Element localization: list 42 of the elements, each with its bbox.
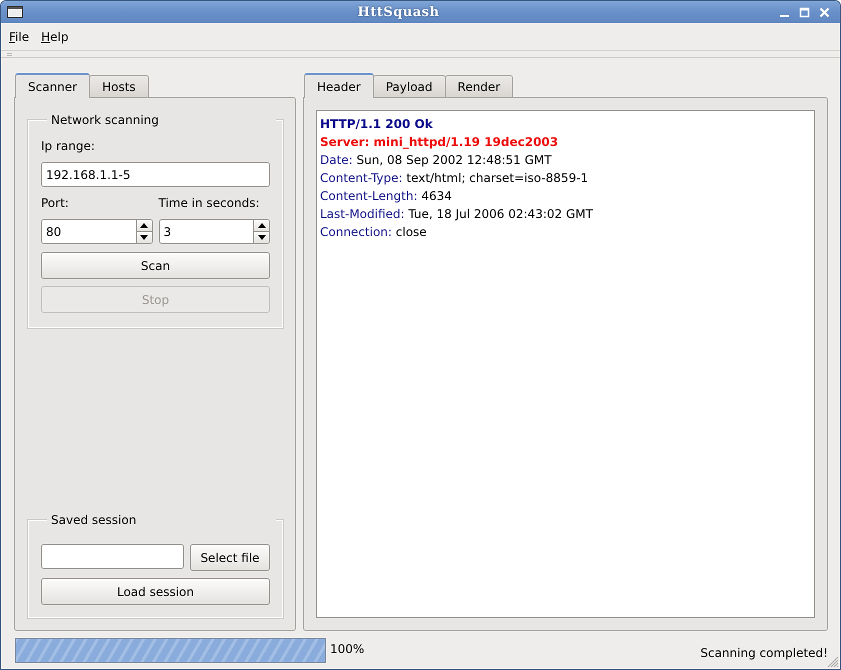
port-spinbox[interactable]: 80	[41, 219, 152, 244]
up-arrow-icon	[140, 223, 148, 228]
window-title: HttSquash	[356, 4, 440, 20]
group-title: Network scanning	[47, 113, 276, 127]
tab[interactable]: Scanner	[15, 73, 90, 98]
size-grip-icon	[827, 656, 839, 668]
ip-range-field[interactable]: 192.168.1.1-5	[41, 162, 270, 187]
menu-item[interactable]: Help	[35, 26, 74, 46]
scan-button[interactable]: Scan	[41, 252, 270, 279]
select-file-button[interactable]: Select file	[190, 544, 270, 571]
header-line: HTTP/1.1 200 Ok	[320, 116, 434, 133]
tab[interactable]: Render	[444, 75, 514, 97]
header-line: Date: Sun, 08 Sep 2002 12:48:51 GMT	[320, 152, 553, 169]
down-arrow-icon	[140, 235, 148, 240]
tab[interactable]: Header	[304, 73, 374, 98]
up-arrow-icon	[258, 223, 266, 228]
tab[interactable]: Hosts	[89, 75, 149, 97]
header-line: Connection: close	[320, 224, 428, 241]
header-line: Last-Modified: Tue, 18 Jul 2006 02:43:02 GMT	[320, 206, 594, 223]
file-path-field[interactable]	[41, 544, 184, 569]
increment-button[interactable]	[136, 220, 152, 231]
tab[interactable]: Payload	[372, 75, 446, 97]
window-menu-icon[interactable]	[7, 6, 23, 18]
status-message: Scanning completed!	[700, 646, 828, 660]
increment-button[interactable]	[254, 220, 269, 231]
load-session-button[interactable]: Load session	[41, 578, 270, 605]
field-label: Ip range:	[41, 139, 96, 153]
header-line: Server: mini_httpd/1.19 19dec2003	[320, 134, 560, 151]
decrement-button[interactable]	[254, 231, 269, 243]
progress-reading: 100%	[330, 642, 364, 656]
minimize-icon	[780, 14, 788, 16]
field-label: Port:	[41, 196, 70, 210]
header-line: Content-Type: text/html; charset=iso-8859-1	[320, 170, 590, 187]
maximize-icon	[798, 6, 810, 18]
menu-item[interactable]: File	[3, 26, 36, 46]
field-label: Time in seconds:	[158, 196, 261, 210]
down-arrow-icon	[258, 235, 266, 240]
decrement-button[interactable]	[136, 231, 152, 243]
group-title: Saved session	[47, 513, 276, 527]
close-icon	[818, 6, 830, 18]
header-line: Content-Length: 4634	[320, 188, 453, 205]
time-spinbox[interactable]: 3	[158, 219, 270, 244]
